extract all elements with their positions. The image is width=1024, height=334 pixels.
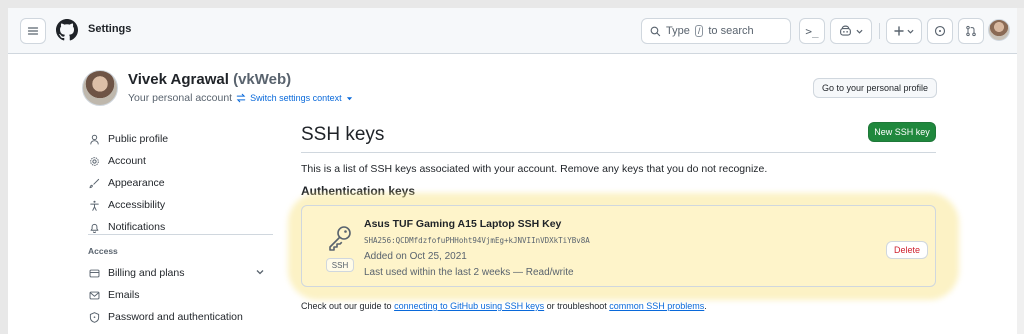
chevron-down-icon (856, 29, 863, 34)
sidebar-item-emails[interactable]: Emails (88, 286, 140, 304)
issue-icon (934, 25, 946, 37)
switch-settings-context-link[interactable]: Switch settings context (250, 93, 342, 103)
new-ssh-key-button[interactable]: New SSH key (868, 122, 936, 142)
page-description: This is a list of SSH keys associated wi… (301, 163, 768, 175)
header-title[interactable]: Settings (88, 23, 131, 35)
user-display-name: Vivek Agrawal (128, 71, 229, 88)
key-icon (329, 226, 351, 251)
switch-arrows-icon (236, 93, 246, 103)
sidebar-item-accessibility[interactable]: Accessibility (88, 196, 165, 214)
pull-request-icon (966, 25, 976, 37)
sidebar-item-label: Appearance (108, 177, 165, 189)
caret-down-icon (346, 96, 352, 100)
page-title: SSH keys (301, 124, 385, 145)
accessibility-icon (88, 199, 100, 211)
search-suffix: to search (708, 25, 754, 37)
user-handle: (vkWeb) (233, 71, 292, 88)
ssh-key-title: Asus TUF Gaming A15 Laptop SSH Key (364, 218, 562, 230)
credit-card-icon (88, 267, 100, 279)
sidebar-section-heading: Access (88, 246, 118, 256)
go-to-profile-button[interactable]: Go to your personal profile (813, 78, 937, 98)
search-prefix: Type (666, 25, 690, 37)
create-new-button[interactable] (886, 18, 922, 44)
search-input[interactable]: Type / to search (641, 18, 791, 44)
chevron-down-icon[interactable] (254, 266, 266, 278)
title-divider (301, 152, 936, 153)
ssh-key-fingerprint: SHA256:QCDMfdzfofuPHHoht94VjmEg+kJNVIInV… (364, 236, 590, 245)
sidebar-divider (88, 234, 273, 235)
page-scrollbar[interactable] (1017, 8, 1024, 334)
sidebar-item-label: Accessibility (108, 199, 166, 211)
command-palette-icon: >_ (805, 24, 819, 38)
hamburger-menu-button[interactable] (20, 18, 46, 44)
global-header: Settings Type / to search >_ (8, 8, 1017, 54)
bell-icon (88, 221, 100, 233)
key-type-badge: SSH (326, 258, 354, 272)
gear-icon (88, 155, 100, 167)
user-name-heading: Vivek Agrawal (vkWeb) (128, 71, 291, 88)
sidebar-item-appearance[interactable]: Appearance (88, 174, 165, 192)
search-icon (650, 26, 661, 36)
ssh-troubleshoot-link[interactable]: common SSH problems (609, 301, 704, 311)
issues-button[interactable] (927, 18, 953, 44)
sidebar-item-label: Emails (108, 289, 140, 301)
user-subtitle: Your personal account Switch settings co… (128, 92, 353, 104)
sidebar-item-label: Billing and plans (108, 267, 185, 279)
help-middle: or troubleshoot (546, 301, 607, 311)
plus-icon (894, 26, 904, 36)
copilot-icon (840, 25, 851, 36)
account-type-label: Your personal account (128, 92, 233, 104)
sidebar-item-label: Password and authentication (108, 311, 243, 323)
sidebar-item-password-authentication[interactable]: Password and authentication (88, 308, 243, 326)
settings-page: Settings Type / to search >_ Vivek Agraw… (8, 8, 1017, 334)
sidebar-item-label: Notifications (108, 221, 166, 233)
mail-icon (88, 289, 100, 301)
sidebar-item-label: Public profile (108, 133, 169, 145)
person-icon (88, 133, 100, 145)
chevron-down-icon (907, 29, 914, 34)
delete-key-button[interactable]: Delete (886, 241, 928, 259)
ssh-key-added-date: Added on Oct 25, 2021 (364, 251, 467, 262)
ssh-guide-link[interactable]: connecting to GitHub using SSH keys (394, 301, 544, 311)
github-logo-icon[interactable] (56, 19, 78, 41)
sidebar-item-billing[interactable]: Billing and plans (88, 264, 184, 282)
help-prefix: Check out our guide to (301, 301, 392, 311)
command-palette-button[interactable]: >_ (799, 18, 825, 44)
sidebar-item-label: Account (108, 155, 146, 167)
hamburger-icon (27, 27, 39, 35)
sidebar-item-public-profile[interactable]: Public profile (88, 130, 168, 148)
avatar (82, 70, 118, 106)
paintbrush-icon (88, 177, 100, 189)
help-note: Check out our guide to connecting to Git… (301, 301, 707, 311)
help-suffix: . (704, 301, 707, 311)
pull-requests-button[interactable] (958, 18, 984, 44)
sidebar-item-account[interactable]: Account (88, 152, 146, 170)
ssh-key-last-used: Last used within the last 2 weeks — Read… (364, 267, 574, 278)
copilot-button[interactable] (830, 18, 872, 44)
shield-lock-icon (88, 311, 100, 323)
search-shortcut-key: / (694, 25, 704, 37)
user-avatar-menu[interactable] (988, 19, 1010, 41)
header-divider (879, 23, 880, 39)
